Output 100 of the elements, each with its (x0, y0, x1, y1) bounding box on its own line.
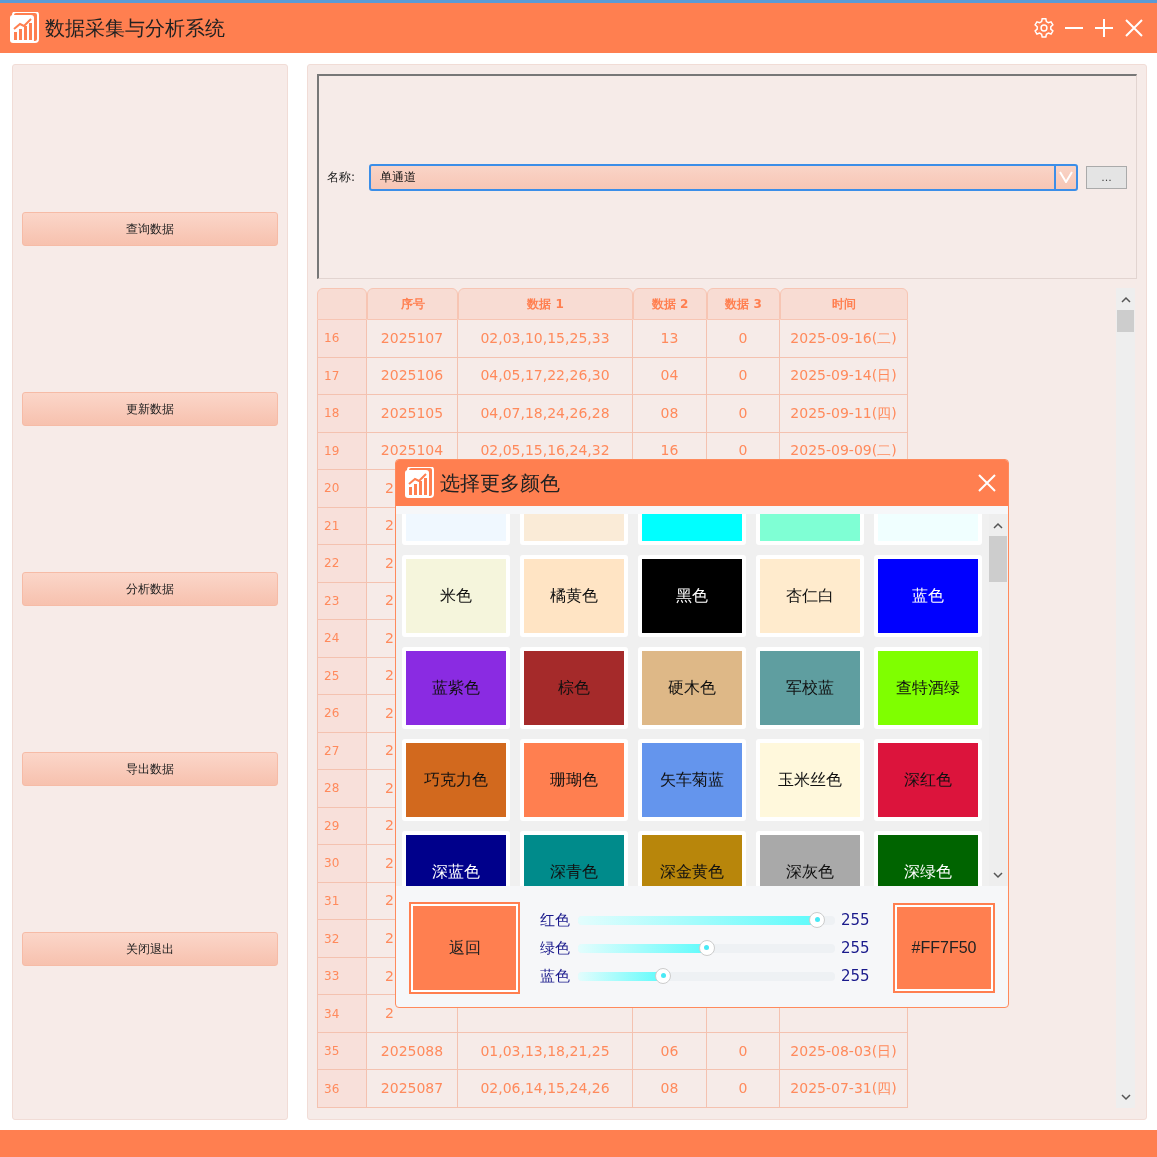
row-number: 34 (317, 995, 367, 1033)
settings-icon (1033, 17, 1055, 39)
slider-value: 255 (841, 909, 871, 931)
slider-thumb[interactable] (698, 939, 715, 956)
row-number: 19 (317, 432, 367, 471)
row-number: 29 (317, 807, 367, 846)
slider[interactable] (578, 971, 835, 981)
scroll-thumb[interactable] (989, 536, 1007, 582)
minimize-icon (1065, 27, 1083, 29)
table-cell: 08 (633, 395, 707, 433)
name-label: 名称: (327, 169, 357, 186)
color-swatch[interactable]: 深绿色 (874, 831, 982, 886)
row-number: 36 (317, 1070, 367, 1108)
table-cell: 04,05,17,22,26,30 (458, 357, 633, 396)
table-cell: 04 (633, 357, 707, 396)
sidebar-button[interactable]: 分析数据 (22, 572, 278, 606)
sidebar-button[interactable]: 导出数据 (22, 752, 278, 786)
browse-button[interactable]: ... (1086, 165, 1127, 189)
app-logo-icon (404, 467, 434, 499)
row-number: 28 (317, 770, 367, 808)
row-number: 17 (317, 357, 367, 396)
column-header: 数据 1 (458, 288, 633, 320)
color-swatch[interactable]: 深红色 (874, 739, 982, 821)
column-header: 数据 3 (707, 288, 780, 320)
app-logo-icon (9, 12, 39, 44)
color-swatch[interactable]: 珊瑚色 (520, 739, 628, 821)
settings-button[interactable] (1031, 15, 1057, 41)
table-cell: 2025-09-14(日) (780, 357, 908, 396)
table-cell: 0 (707, 320, 780, 358)
row-number: 18 (317, 395, 367, 433)
color-swatch[interactable]: 杏仁白 (756, 555, 864, 637)
color-value-button[interactable]: #FF7F50 (893, 903, 995, 993)
sidebar-button[interactable]: 关闭退出 (22, 932, 278, 966)
color-swatch[interactable]: 深蓝色 (402, 831, 510, 886)
scrollbar[interactable] (1116, 288, 1135, 1108)
color-swatch[interactable]: 深青色 (520, 831, 628, 886)
color-swatch[interactable]: 巧克力色 (402, 739, 510, 821)
color-swatch[interactable]: 查特酒绿 (874, 647, 982, 729)
row-number: 31 (317, 882, 367, 921)
color-swatch[interactable]: 橘黄色 (520, 555, 628, 637)
color-swatch[interactable]: 矢车菊蓝 (638, 739, 746, 821)
table-cell: 2025087 (367, 1070, 458, 1108)
channel-dropdown[interactable]: 单通道 (369, 163, 1078, 191)
table-cell: 02,03,10,15,25,33 (458, 320, 633, 358)
slider-label: 红色 (540, 909, 571, 931)
table-cell: 2025105 (367, 395, 458, 433)
slider-thumb[interactable] (809, 911, 826, 928)
slider-label: 绿色 (540, 937, 571, 959)
color-swatch[interactable]: 玉米丝色 (756, 739, 864, 821)
table-cell: 2025107 (367, 320, 458, 358)
row-number: 27 (317, 732, 367, 771)
color-swatch[interactable]: 蓝色 (874, 555, 982, 637)
column-header: 数据 2 (633, 288, 707, 320)
column-header: 序号 (367, 288, 458, 320)
table-cell: 0 (707, 1070, 780, 1108)
table-cell: 01,03,13,18,21,25 (458, 1032, 633, 1071)
slider-label: 蓝色 (540, 965, 571, 987)
row-number: 30 (317, 845, 367, 883)
table-cell: 02,06,14,15,24,26 (458, 1070, 633, 1108)
table-cell: 2025-07-31(四) (780, 1070, 908, 1108)
table-cell: 0 (707, 1032, 780, 1071)
row-number: 16 (317, 320, 367, 358)
table-cell: 2025-08-03(日) (780, 1032, 908, 1071)
row-number: 22 (317, 545, 367, 583)
color-swatch[interactable]: 深金黄色 (638, 831, 746, 886)
slider-value: 255 (841, 965, 871, 987)
plus-icon (1094, 18, 1114, 38)
row-number: 33 (317, 957, 367, 996)
table-cell: 2025106 (367, 357, 458, 396)
scroll-up-icon[interactable] (993, 521, 1003, 529)
window-title: 数据采集与分析系统 (45, 15, 225, 42)
slider[interactable] (578, 943, 835, 953)
back-button[interactable]: 返回 (409, 902, 520, 994)
table-cell: 06 (633, 1032, 707, 1071)
scroll-thumb[interactable] (1117, 310, 1134, 332)
row-number: 24 (317, 620, 367, 658)
row-number: 21 (317, 507, 367, 546)
color-swatch[interactable]: 深灰色 (756, 831, 864, 886)
color-swatch[interactable]: 硬木色 (638, 647, 746, 729)
table-cell: 08 (633, 1070, 707, 1108)
sidebar-button[interactable]: 查询数据 (22, 212, 278, 246)
table-cell: 0 (707, 395, 780, 433)
sidebar-button[interactable]: 更新数据 (22, 392, 278, 426)
row-number: 35 (317, 1032, 367, 1071)
table-cell: 13 (633, 320, 707, 358)
row-number: 23 (317, 582, 367, 621)
color-swatch[interactable]: 军校蓝 (756, 647, 864, 729)
scroll-up-icon[interactable] (1120, 295, 1131, 303)
table-cell: 0 (707, 357, 780, 396)
column-header: 时间 (780, 288, 908, 320)
row-number: 32 (317, 920, 367, 958)
table-cell: 2025-09-11(四) (780, 395, 908, 433)
chevron-down-icon (1059, 171, 1073, 183)
slider-thumb[interactable] (655, 967, 672, 984)
slider-value: 255 (841, 937, 871, 959)
scroll-down-icon[interactable] (1120, 1093, 1131, 1101)
color-swatch[interactable]: 米色 (402, 555, 510, 637)
color-swatch[interactable]: 黑色 (638, 555, 746, 637)
scroll-down-icon[interactable] (993, 871, 1003, 879)
table-cell: 04,07,18,24,26,28 (458, 395, 633, 433)
